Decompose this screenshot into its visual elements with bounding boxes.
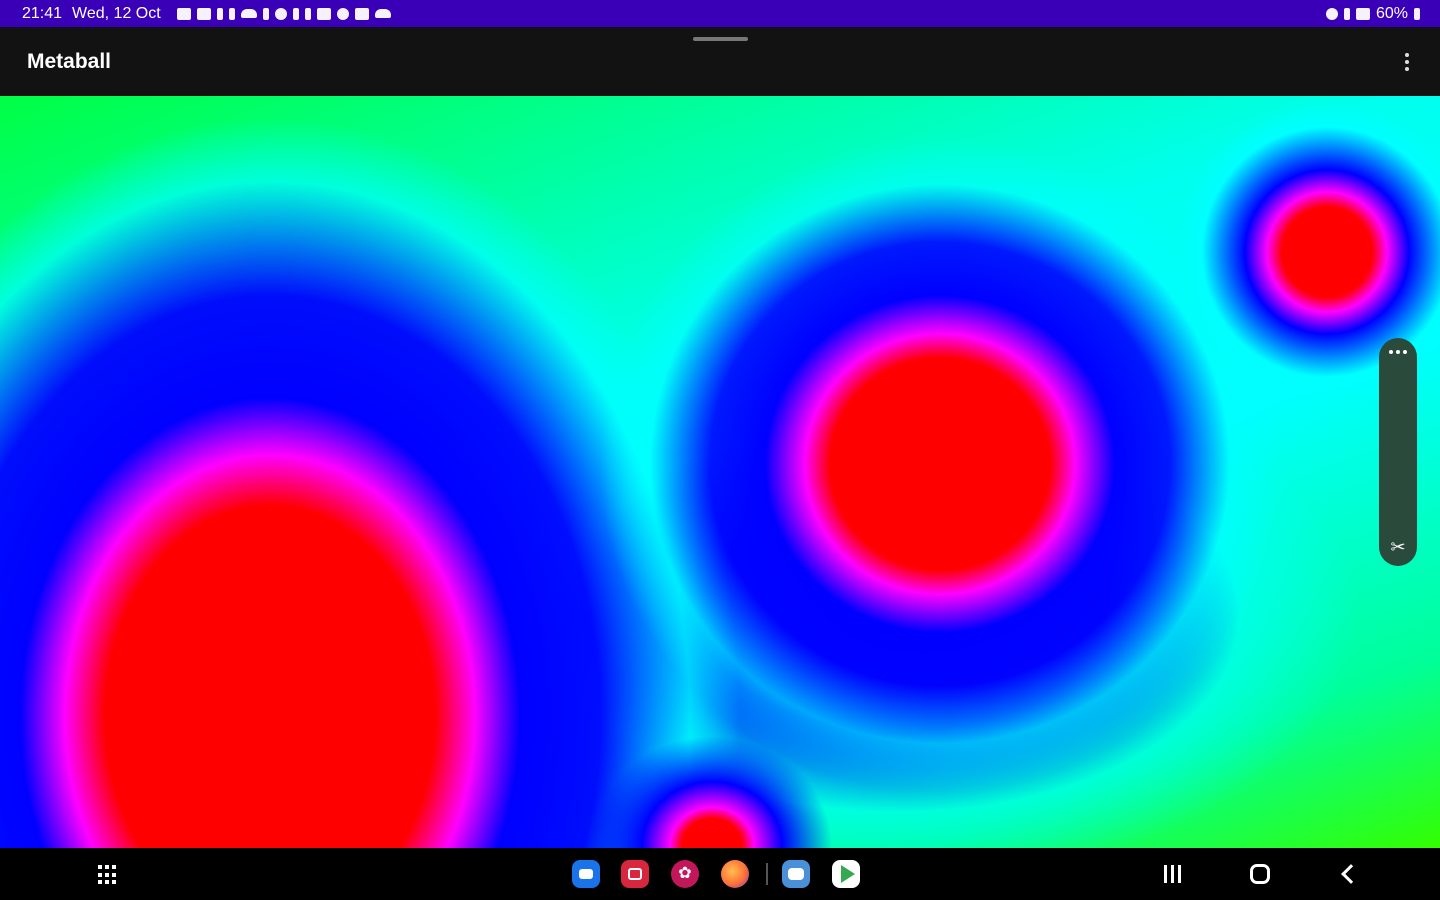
youtube-notification-icon xyxy=(176,7,191,20)
status-bar: 21:41 Wed, 12 Oct 60% xyxy=(0,0,1440,27)
panel-dot xyxy=(1389,350,1393,354)
status-right: 60% xyxy=(1325,4,1420,23)
menu-dot xyxy=(1405,53,1409,57)
message-bubble-icon xyxy=(579,869,593,879)
panel-dot xyxy=(1403,350,1407,354)
home-icon[interactable] xyxy=(1248,860,1272,888)
metaball-canvas[interactable] xyxy=(0,96,1440,848)
cloud-notification-icon xyxy=(374,9,391,18)
status-time: 21:41 xyxy=(22,4,63,22)
status-left: 21:41 Wed, 12 Oct xyxy=(22,5,391,23)
recents-bar xyxy=(1170,865,1174,883)
cloud-notification-icon xyxy=(240,9,257,18)
recents-bar xyxy=(1177,865,1181,883)
chat-app-icon[interactable] xyxy=(782,860,810,888)
battery-icon xyxy=(1414,7,1420,20)
play-triangle-icon xyxy=(840,865,855,883)
calendar-notification-icon xyxy=(354,7,369,20)
download-notification-icon xyxy=(292,7,299,20)
grid-dot xyxy=(98,865,102,869)
back-icon[interactable] xyxy=(1336,860,1361,888)
flower-icon: ✿ xyxy=(678,865,692,882)
window-drag-handle[interactable] xyxy=(693,37,748,41)
pin-off-icon[interactable]: ✂ xyxy=(1390,538,1405,556)
mute-icon xyxy=(1343,7,1350,20)
battery-level: 60% xyxy=(1375,4,1408,22)
wifi-icon xyxy=(1355,7,1370,20)
grid-dot xyxy=(112,880,116,885)
firefox-app-icon[interactable] xyxy=(721,860,749,888)
back-chevron xyxy=(1341,864,1361,884)
app-bar: Metaball xyxy=(0,27,1440,96)
link-notification-icon xyxy=(216,7,223,20)
grid-dot xyxy=(105,880,109,885)
app-title: Metaball xyxy=(27,50,112,73)
play-notification-icon xyxy=(274,7,287,20)
taskbar: ✿ xyxy=(0,848,1440,900)
airplane-notification-icon xyxy=(228,7,235,20)
grid-dot xyxy=(98,880,102,885)
record-icon xyxy=(628,868,642,880)
alarm-icon xyxy=(1325,7,1338,20)
status-date: Wed, 12 Oct xyxy=(72,4,161,22)
grid-dot xyxy=(98,872,102,877)
recents-bar xyxy=(1163,865,1167,883)
home-shape xyxy=(1250,864,1270,884)
usb-notification-icon xyxy=(262,7,269,20)
location-notification-icon xyxy=(336,7,349,20)
calendar-notification-icon xyxy=(316,7,331,20)
grid-dot xyxy=(105,865,109,869)
youtube-notification-icon xyxy=(196,7,211,20)
grid-dot xyxy=(105,872,109,877)
menu-dot xyxy=(1405,67,1409,71)
gallery-app-icon[interactable]: ✿ xyxy=(671,860,699,888)
panel-dot xyxy=(1396,350,1400,354)
apps-grid-icon[interactable] xyxy=(98,865,118,885)
recents-icon[interactable] xyxy=(1160,860,1184,888)
more-horiz-icon[interactable] xyxy=(1389,350,1407,354)
menu-dot xyxy=(1405,60,1409,64)
messages-app-icon[interactable] xyxy=(572,860,600,888)
chat-bubble-icon xyxy=(788,868,804,880)
notification-icons xyxy=(176,7,391,20)
play-store-app-icon[interactable] xyxy=(832,860,860,888)
more-vert-icon[interactable] xyxy=(1396,49,1418,75)
dock-divider xyxy=(766,863,768,885)
edge-side-panel[interactable]: ✂ xyxy=(1379,338,1417,566)
screen-recorder-app-icon[interactable] xyxy=(621,860,649,888)
grid-dot xyxy=(112,872,116,877)
grid-dot xyxy=(112,865,116,869)
link-notification-icon xyxy=(304,7,311,20)
